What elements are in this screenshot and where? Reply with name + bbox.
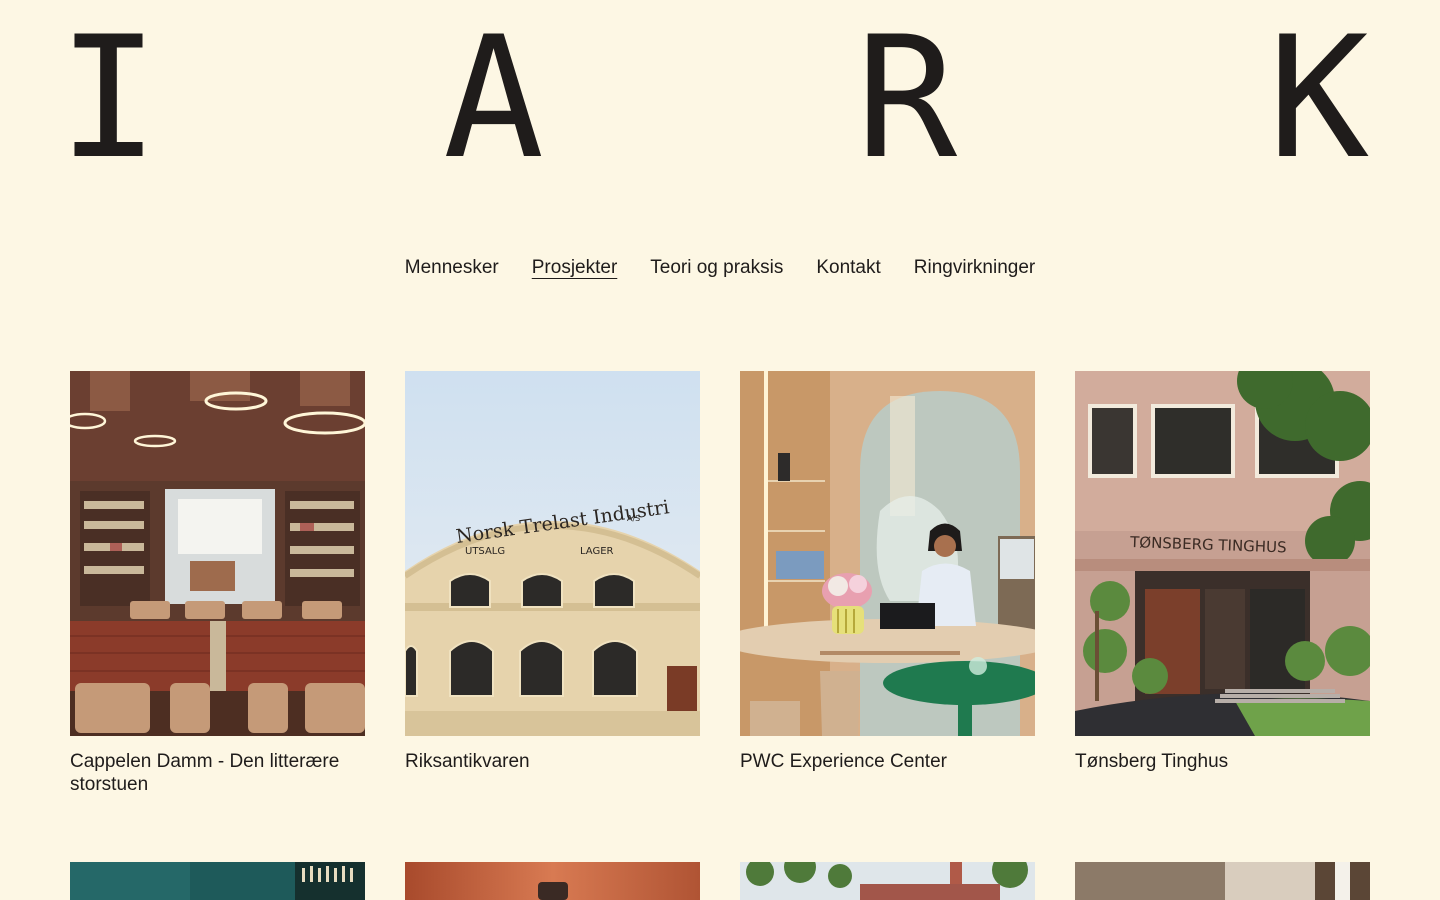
- logo-letter-k: K: [1268, 0, 1370, 196]
- project-card-pwc[interactable]: PWC Experience Center: [740, 371, 1035, 773]
- project-title-cappelen-damm[interactable]: Cappelen Damm - Den litterære storstuen: [70, 750, 365, 796]
- nav-item-kontakt[interactable]: Kontakt: [816, 254, 880, 282]
- sign-utsalg: UTSALG: [465, 546, 505, 557]
- project-image-riksantikvaren[interactable]: Norsk Trelast Industri A/S UTSALG LAGER: [405, 371, 700, 736]
- project-card-tonsberg-tinghus[interactable]: TØNSBERG TINGHUS Tønsberg Tinghus: [1075, 371, 1370, 773]
- project-title-tonsberg-tinghus[interactable]: Tønsberg Tinghus: [1075, 750, 1370, 773]
- nav-item-mennesker[interactable]: Mennesker: [405, 254, 499, 282]
- project-card-row2-4[interactable]: [1075, 862, 1370, 900]
- project-card-row2-1[interactable]: [70, 862, 365, 900]
- project-card-row2-2[interactable]: [405, 862, 700, 900]
- sign-lager: LAGER: [580, 546, 614, 557]
- project-card-riksantikvaren[interactable]: Norsk Trelast Industri A/S UTSALG LAGER …: [405, 371, 700, 773]
- project-image-tonsberg-tinghus[interactable]: TØNSBERG TINGHUS: [1075, 371, 1370, 736]
- sign-as: A/S: [627, 514, 640, 523]
- nav-item-teori-og-praksis[interactable]: Teori og praksis: [650, 254, 783, 282]
- main-nav: Mennesker Prosjekter Teori og praksis Ko…: [0, 254, 1440, 282]
- project-image-row2-3[interactable]: [740, 862, 1035, 900]
- logo-letter-i: I: [58, 0, 160, 196]
- project-title-riksantikvaren[interactable]: Riksantikvaren: [405, 750, 700, 773]
- project-card-cappelen-damm[interactable]: Cappelen Damm - Den litterære storstuen: [70, 371, 365, 796]
- project-title-pwc[interactable]: PWC Experience Center: [740, 750, 1035, 773]
- project-image-pwc[interactable]: [740, 371, 1035, 736]
- project-image-row2-4[interactable]: [1075, 862, 1370, 900]
- project-card-row2-3[interactable]: [740, 862, 1035, 900]
- project-image-row2-1[interactable]: [70, 862, 365, 900]
- site-logo[interactable]: I A R K: [58, 0, 1370, 196]
- nav-item-prosjekter[interactable]: Prosjekter: [532, 254, 618, 282]
- logo-letter-r: R: [856, 0, 958, 196]
- logo-letter-a: A: [443, 0, 545, 196]
- project-image-cappelen-damm[interactable]: [70, 371, 365, 736]
- nav-item-ringvirkninger[interactable]: Ringvirkninger: [914, 254, 1035, 282]
- project-image-row2-2[interactable]: [405, 862, 700, 900]
